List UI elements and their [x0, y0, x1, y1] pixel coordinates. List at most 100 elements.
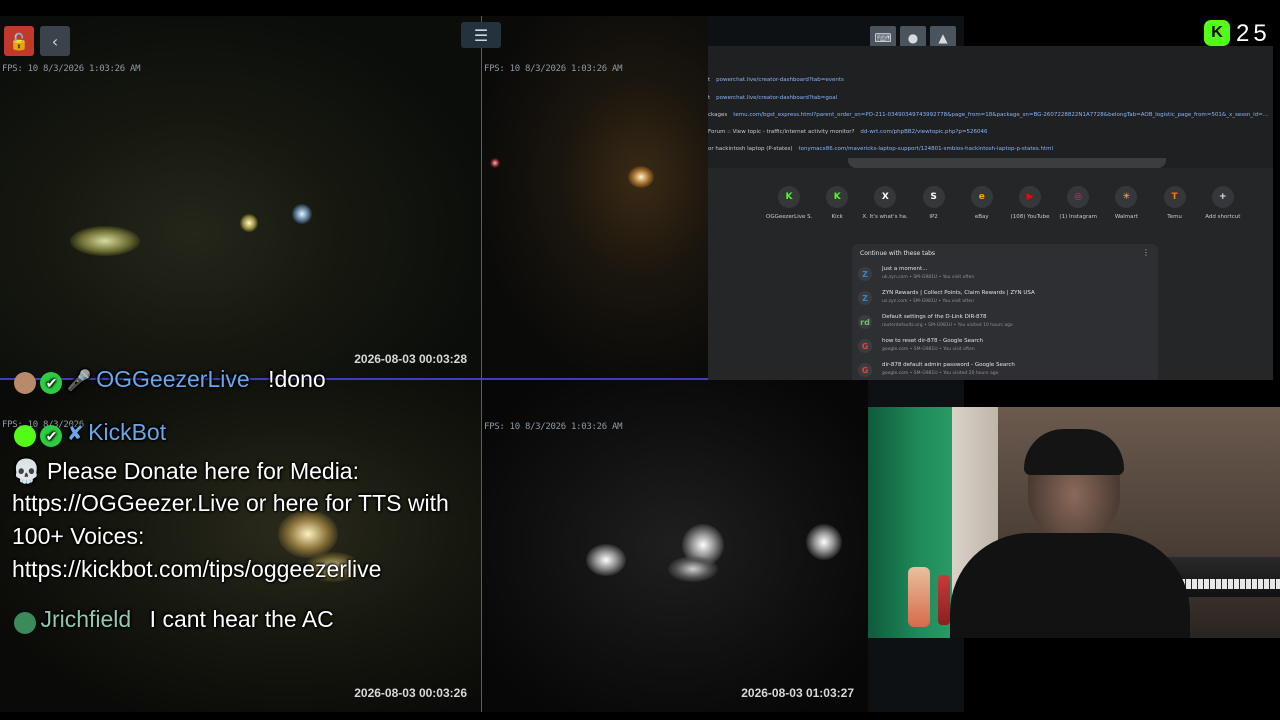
chat-message-line: 💀 Please Donate here for Media: [12, 458, 359, 484]
shortcut-icon: ◎ [1067, 186, 1090, 208]
viewer-counter: K 25 [1204, 20, 1280, 48]
user-icon: ● [907, 31, 919, 45]
bottle [908, 567, 930, 627]
chat-message-line: 100+ Voices: [12, 523, 145, 549]
camera-1-timestamp: 2026-08-03 00:03:28 [354, 352, 467, 366]
verified-badge-icon: ✔ [40, 371, 63, 394]
light-spot [586, 544, 626, 576]
shortcut-label: IP2 [929, 214, 938, 220]
camera-feed-1[interactable]: FPS: 10 8/3/2026 1:03:26 AM 2026-08-03 0… [0, 16, 481, 380]
light-spot [628, 166, 654, 188]
shortcut-tile[interactable]: X X. It's what's ha... [862, 186, 908, 220]
camera-feed-4[interactable]: FPS: 10 8/3/2026 1:03:26 AM 2026-08-03 0… [482, 380, 868, 712]
shortcut-tile[interactable]: T Temu [1152, 186, 1198, 220]
viewer-count: 25 [1236, 20, 1271, 47]
history-row[interactable]: ckages temu.com/bgst_express.html?parent_… [708, 109, 1268, 121]
shortcut-icon: K [778, 186, 800, 208]
chat-message-text: !dono [268, 366, 326, 392]
tab-title: how to reset dir-878 - Google Search [882, 338, 983, 344]
tab-favicon-icon: G [858, 339, 872, 353]
light-spot [490, 158, 500, 168]
shortcut-label: OGGeezerLive S... [766, 214, 812, 220]
continue-tabs-card: Continue with these tabs ⋮ Z Just a momen… [852, 244, 1158, 380]
tab-favicon-icon: rd [858, 315, 872, 329]
tab-title: Just a moment... [882, 266, 928, 272]
keyboard-icon: ⌨ [874, 31, 892, 45]
light-spot [240, 214, 258, 232]
chevron-left-icon: ‹ [51, 31, 59, 51]
shortcut-icon: K [826, 186, 849, 208]
bottle [938, 575, 950, 625]
hamburger-icon: ☰ [473, 25, 489, 45]
webcam-feed [868, 407, 1280, 638]
history-row[interactable]: t powerchat.live/creator-dashboard?tab=ev… [708, 74, 844, 86]
tab-favicon-icon: G [858, 363, 872, 377]
bell-icon: ▲ [938, 31, 948, 45]
shortcut-label: Walmart [1114, 214, 1138, 220]
tab-title: ZYN Rewards | Collect Points, Claim Rewa… [882, 290, 1035, 296]
light-spot [292, 204, 312, 224]
shortcut-tile[interactable]: ▶ (108) YouTube [1007, 186, 1053, 220]
tab-subtitle: us.zyn.com • SM-G981U • You visit often [882, 299, 975, 304]
history-row[interactable]: Forum :: View topic - traffic/internet a… [708, 126, 987, 138]
shortcut-tile[interactable]: K OGGeezerLive S... [766, 186, 812, 220]
history-row[interactable]: t powerchat.live/creator-dashboard?tab=go… [708, 92, 837, 104]
tab-favicon-icon: Z [858, 291, 872, 305]
avatar [14, 611, 36, 634]
shortcut-tile[interactable]: S IP2 [911, 186, 957, 220]
shortcut-label: (108) YouTube [1010, 214, 1050, 220]
person-body [950, 533, 1190, 638]
shortcut-label: X. It's what's ha... [862, 214, 909, 220]
chat-message-line[interactable]: https://OGGeezer.Live or here for TTS wi… [12, 490, 449, 517]
verified-badge-icon: ✔ [40, 424, 63, 447]
history-dropdown: t powerchat.live/creator-dashboard?tab=ev… [708, 46, 1273, 168]
shortcut-label: Add shortcut [1205, 214, 1241, 220]
more-vert-icon[interactable]: ⋮ [1142, 248, 1150, 257]
chat-message-3: Jrichfield I cant hear the AC [14, 606, 334, 634]
tab-row[interactable]: rd Default settings of the D-Link DIR-878… [858, 312, 1148, 334]
shortcut-label: eBay [974, 214, 989, 220]
camera-feed-2[interactable]: FPS: 10 8/3/2026 1:03:26 AM [482, 16, 708, 380]
chat-username[interactable]: Jrichfield [40, 606, 131, 632]
shortcut-tile[interactable]: e eBay [959, 186, 1005, 220]
chat-username[interactable]: OGGeezerLive [96, 366, 249, 392]
tab-subtitle: google.com • SM-G981U • You visited 20 h… [882, 371, 999, 376]
shortcut-icon: ▶ [1019, 186, 1041, 208]
unlock-button[interactable]: 🔓 [4, 26, 34, 56]
shortcut-icon: ✳ [1115, 186, 1138, 208]
chat-message-line[interactable]: https://kickbot.com/tips/oggeezerlive [12, 556, 381, 583]
shortcut-tile[interactable]: K Kick [814, 186, 860, 220]
shortcut-tile[interactable]: ✳ Walmart [1103, 186, 1149, 220]
menu-button[interactable]: ☰ [461, 22, 501, 48]
tab-row[interactable]: Gdir-878 default admin password - Google… [858, 360, 1148, 380]
shortcut-tile[interactable]: + Add shortcut [1200, 186, 1246, 220]
continue-tabs-title: Continue with these tabs [860, 250, 936, 257]
camera-1-fps: FPS: 10 8/3/2026 1:03:26 AM [2, 64, 141, 74]
tab-subtitle: google.com • SM-G981U • You visit often [882, 347, 975, 352]
shortcut-label: (1) Instagram [1059, 214, 1097, 220]
shortcut-icon: T [1163, 186, 1186, 208]
shortcut-label: Temu [1167, 214, 1182, 220]
wrench-icon: ✘ [66, 423, 84, 445]
shortcut-tile[interactable]: ◎ (1) Instagram [1055, 186, 1101, 220]
back-button[interactable]: ‹ [40, 26, 70, 56]
shortcut-icon: + [1211, 186, 1234, 208]
kick-logo-icon: K [1204, 20, 1230, 46]
tab-row[interactable]: Z Just a moment... uk.zyn.com • SM-G981U •… [858, 264, 1148, 286]
tab-row[interactable]: Z ZYN Rewards | Collect Points, Claim Rew… [858, 288, 1148, 310]
microphone-icon: 🎤 [66, 370, 92, 392]
camera-4-fps: FPS: 10 8/3/2026 1:03:26 AM [484, 422, 623, 432]
history-row[interactable]: or hackintosh laptop (P-states) tonymacx8… [708, 143, 1053, 155]
tab-subtitle: uk.zyn.com • SM-G981U • You visit often [882, 275, 975, 280]
shortcut-icon: X [874, 186, 897, 208]
avatar [14, 371, 36, 394]
tab-favicon-icon: Z [858, 267, 872, 281]
chat-username[interactable]: KickBot [88, 419, 166, 445]
shortcut-label: Kick [831, 214, 843, 220]
light-spot [668, 556, 718, 582]
camera-2-fps: FPS: 10 8/3/2026 1:03:26 AM [484, 64, 623, 74]
light-spot [806, 524, 842, 560]
search-bar-bottom[interactable] [848, 158, 1166, 168]
shortcut-icon: S [922, 186, 945, 208]
tab-row[interactable]: Ghow to reset dir-878 - Google Search goo… [858, 336, 1148, 358]
